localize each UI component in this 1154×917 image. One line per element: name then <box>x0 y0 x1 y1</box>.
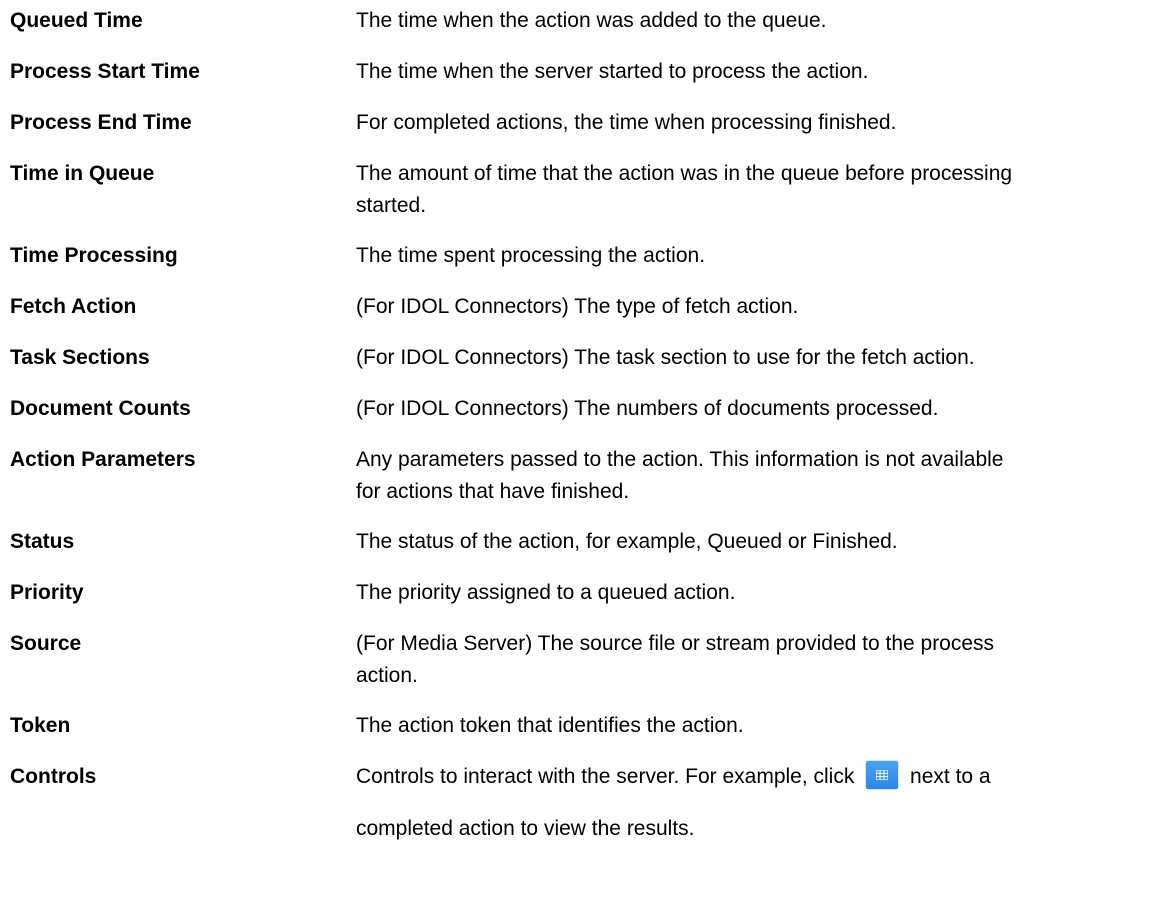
term-label: Priority <box>10 581 84 604</box>
term-label: Queued Time <box>10 9 143 32</box>
description-line: (For IDOL Connectors) The task section t… <box>356 346 975 369</box>
description-line: The priority assigned to a queued action… <box>356 581 736 604</box>
term-description: The status of the action, for example, Q… <box>356 526 1146 558</box>
term-description: Any parameters passed to the action. Thi… <box>356 444 1146 508</box>
description-line: The action token that identifies the act… <box>356 714 744 737</box>
description-line: started. <box>356 194 427 217</box>
term-description: (For IDOL Connectors) The type of fetch … <box>356 291 1146 323</box>
term-label: Status <box>10 530 75 553</box>
term-description: (For IDOL Connectors) The numbers of doc… <box>356 393 1146 425</box>
term-description: For completed actions, the time when pro… <box>356 107 1146 139</box>
term-description: The priority assigned to a queued action… <box>356 577 1146 609</box>
description-line: (For Media Server) The source file or st… <box>356 632 995 655</box>
controls-text-before: Controls to interact with the server. Fo… <box>356 765 855 788</box>
description-line: The time when the server started to proc… <box>356 60 869 83</box>
term-description: The action token that identifies the act… <box>356 710 1146 742</box>
term-label: Document Counts <box>10 397 191 420</box>
term-label: Time in Queue <box>10 162 155 185</box>
term-label: Source <box>10 632 82 655</box>
description-line: The status of the action, for example, Q… <box>356 530 898 553</box>
term-label: Task Sections <box>10 346 150 369</box>
controls-text-after: next to a <box>910 765 991 788</box>
description-line: action. <box>356 664 418 687</box>
term-label: Process End Time <box>10 111 192 134</box>
term-label: Process Start Time <box>10 60 200 83</box>
description-line: The amount of time that the action was i… <box>356 162 1013 185</box>
term-description: The time when the server started to proc… <box>356 56 1146 88</box>
term-description: The time when the action was added to th… <box>356 5 1146 37</box>
description-line: completed action to view the results. <box>356 817 695 840</box>
term-description: (For Media Server) The source file or st… <box>356 628 1146 692</box>
description-line: (For IDOL Connectors) The type of fetch … <box>356 295 799 318</box>
term-description: (For IDOL Connectors) The task section t… <box>356 342 1146 374</box>
term-label: Controls <box>10 765 97 788</box>
view-results-button[interactable] <box>866 761 899 790</box>
definition-table: Queued Time The time when the action was… <box>0 0 1154 917</box>
term-label: Token <box>10 714 71 737</box>
term-description: The amount of time that the action was i… <box>356 158 1146 222</box>
term-label: Fetch Action <box>10 295 137 318</box>
description-line: Controls to interact with the server. Fo… <box>356 761 1146 793</box>
description-line: (For IDOL Connectors) The numbers of doc… <box>356 397 939 420</box>
grid-icon <box>876 770 889 781</box>
description-line: Any parameters passed to the action. Thi… <box>356 448 1004 471</box>
description-line: For completed actions, the time when pro… <box>356 111 897 134</box>
term-label: Action Parameters <box>10 448 196 471</box>
description-line: The time when the action was added to th… <box>356 9 827 32</box>
description-line: The time spent processing the action. <box>356 244 706 267</box>
term-label: Time Processing <box>10 244 178 267</box>
term-description: Controls to interact with the server. Fo… <box>356 761 1146 845</box>
description-line: for actions that have finished. <box>356 480 630 503</box>
term-description: The time spent processing the action. <box>356 240 1146 272</box>
